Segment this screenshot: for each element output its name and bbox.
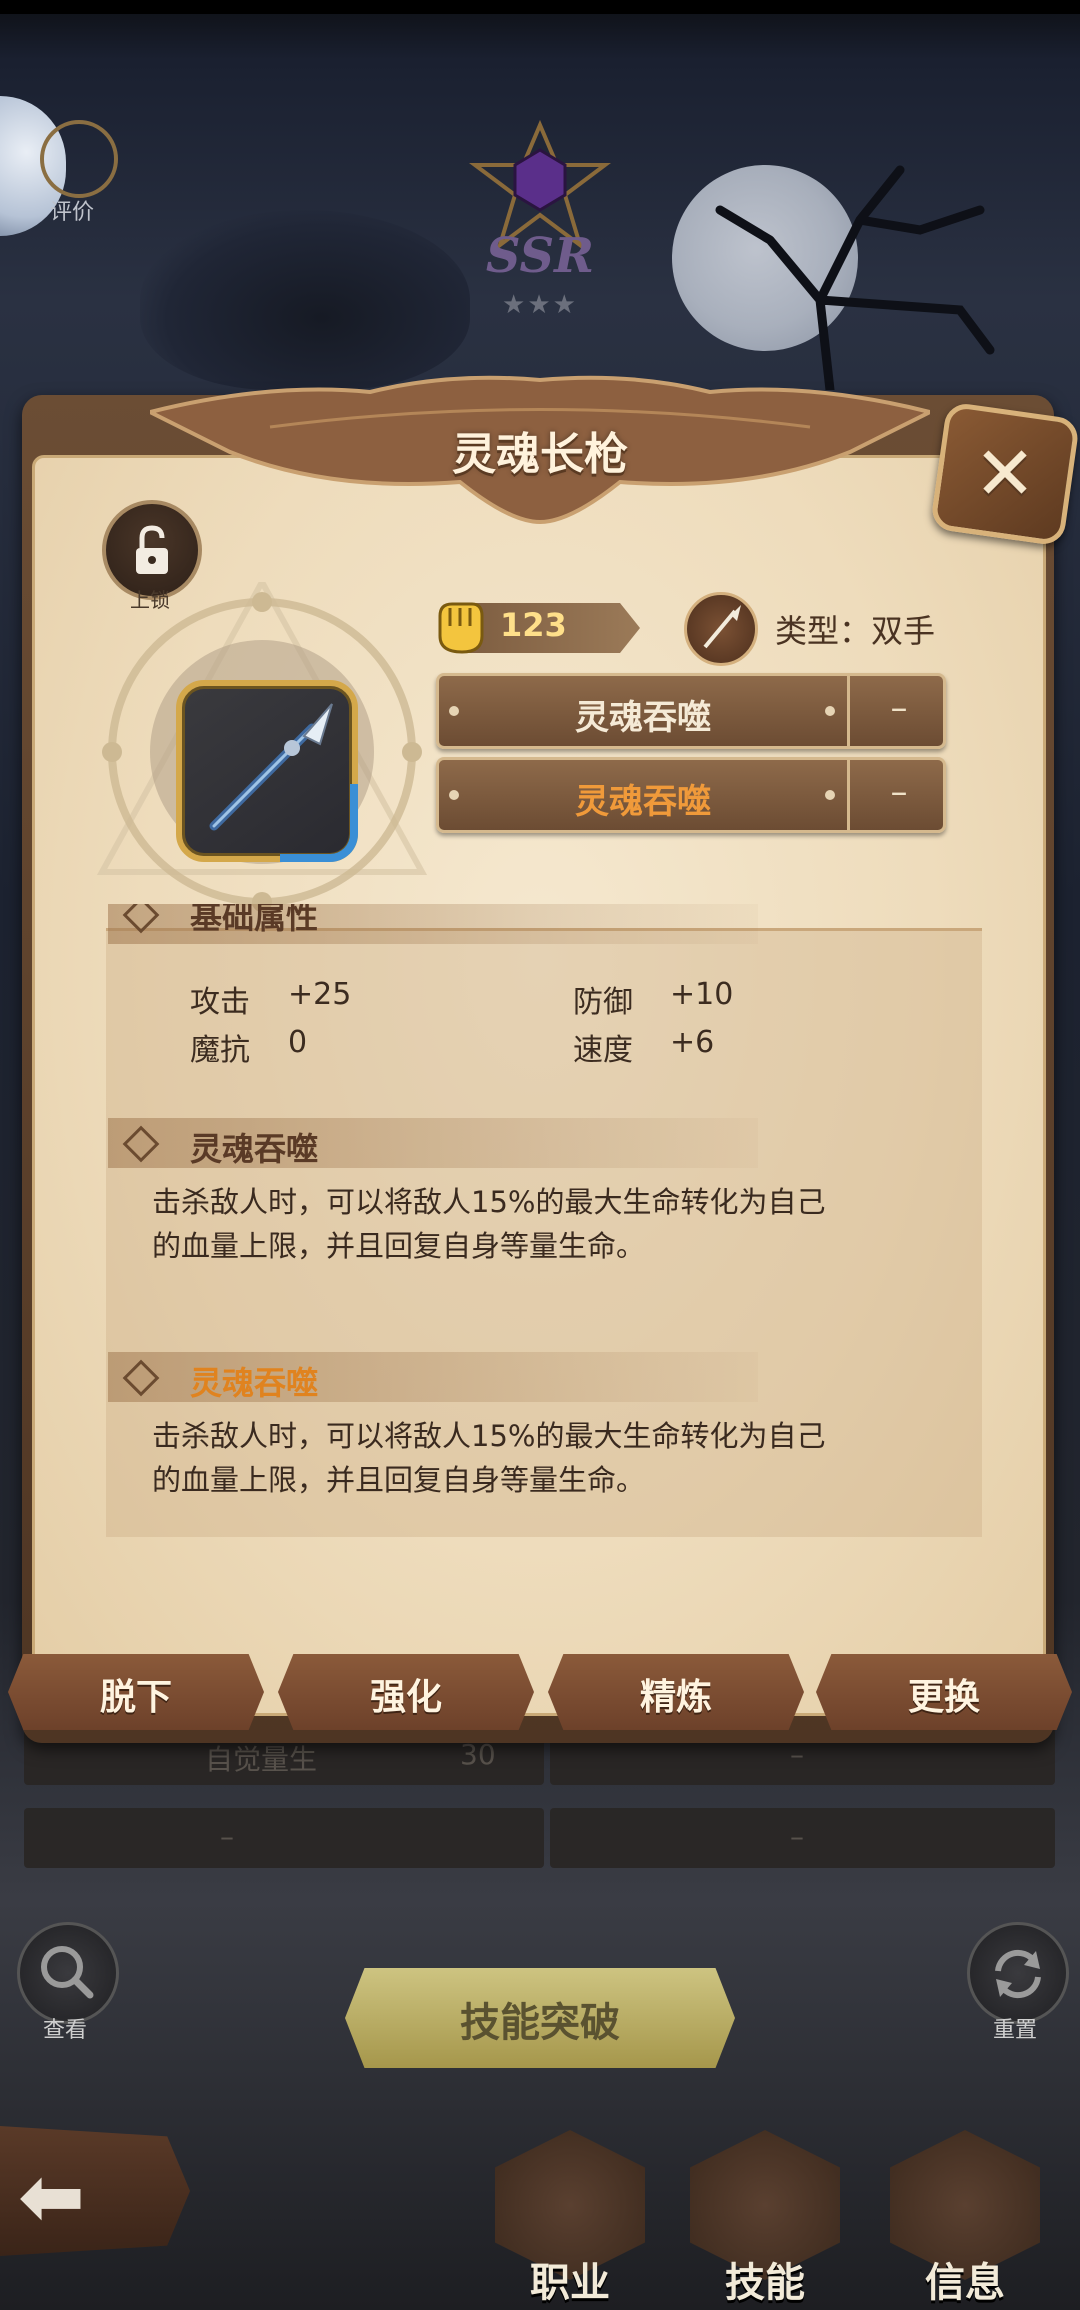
review-ring-icon <box>40 120 118 198</box>
replace-button[interactable]: 更换 <box>816 1654 1072 1730</box>
status-bar <box>0 0 1080 14</box>
weapon-type-icon <box>684 592 758 666</box>
attr-value: 0 <box>288 1025 308 1060</box>
diamond-icon <box>122 1125 160 1163</box>
weapon-item-slot[interactable] <box>176 680 358 862</box>
skill-description-line: 的血量上限，并且回复自身等量生命。 <box>152 1463 646 1497</box>
skill-description: 击杀敌人时，可以将敌人15%的最大生命转化为自己 的血量上限，并且回复自身等量生… <box>152 1414 932 1502</box>
attr-name: 魔抗 <box>190 1033 250 1068</box>
skill-title: 灵魂吞噬 <box>190 1130 319 1168</box>
weapon-quality-corner <box>280 784 358 862</box>
gem-slot-1[interactable]: 灵魂吞噬 – <box>436 673 946 749</box>
gem-slot-value: – <box>890 772 908 812</box>
fist-power-icon <box>438 602 484 654</box>
spear-type-icon <box>703 605 741 649</box>
gem-slot-value: – <box>890 688 908 728</box>
attr-name: 防御 <box>573 985 633 1020</box>
attr-name: 攻击 <box>190 985 250 1020</box>
skill-header-2: 灵魂吞噬 <box>108 1352 758 1402</box>
reset-label: 重置 <box>992 2018 1037 2043</box>
skill-breakthrough-label: 技能突破 <box>460 2000 620 2046</box>
skill-description-line: 的血量上限，并且回复自身等量生命。 <box>152 1229 646 1263</box>
refresh-icon <box>995 1949 1041 1999</box>
reset-button[interactable] <box>967 1922 1069 2024</box>
enhance-button[interactable]: 强化 <box>278 1654 534 1730</box>
tab-skills-label: 技能 <box>725 2260 805 2306</box>
button-label: 脱下 <box>99 1677 172 1718</box>
attr-value: +10 <box>670 977 734 1012</box>
back-arrow-icon: ⬅ <box>18 2150 86 2243</box>
table-cell: – <box>790 1820 804 1853</box>
table-cell: 自觉量生 <box>205 1743 318 1776</box>
tab-class-label: 职业 <box>530 2260 610 2306</box>
close-icon: ✕ <box>973 430 1037 517</box>
search-button[interactable] <box>17 1922 119 2024</box>
gem-slot-label: 灵魂吞噬 <box>575 782 711 822</box>
base-attrs-title: 基础属性 <box>190 904 319 936</box>
skill-header-1: 灵魂吞噬 <box>108 1118 758 1168</box>
review-label[interactable]: 评价 <box>50 194 94 226</box>
base-attrs-header: 基础属性 <box>108 904 758 944</box>
dead-tree-silhouette <box>715 165 995 390</box>
diamond-icon <box>122 1359 160 1397</box>
dialog-title: 灵魂长枪 <box>452 429 628 480</box>
skill-description-line: 击杀敌人时，可以将敌人15%的最大生命转化为自己 <box>152 1185 826 1219</box>
gem-slot-label: 灵魂吞噬 <box>575 698 711 738</box>
rarity-label: SSR <box>485 228 595 284</box>
attr-name: 速度 <box>573 1033 633 1068</box>
attr-value: +6 <box>670 1025 715 1060</box>
skill-title: 灵魂吞噬 <box>190 1364 319 1402</box>
dragon-silhouette <box>140 210 470 390</box>
diamond-icon <box>122 904 160 934</box>
rarity-stars: ★★★ <box>502 290 578 320</box>
button-label: 强化 <box>369 1677 442 1718</box>
refine-button[interactable]: 精炼 <box>548 1654 804 1730</box>
table-cell: – <box>220 1820 234 1853</box>
unequip-button[interactable]: 脱下 <box>8 1654 264 1730</box>
weapon-type-label: 类型：双手 <box>775 612 936 650</box>
power-value: 123 <box>500 606 567 644</box>
attr-value: +25 <box>288 977 352 1012</box>
button-label: 更换 <box>907 1677 980 1718</box>
button-label: 精炼 <box>639 1677 712 1718</box>
skill-description: 击杀敌人时，可以将敌人15%的最大生命转化为自己 的血量上限，并且回复自身等量生… <box>152 1180 932 1268</box>
skill-description-line: 击杀敌人时，可以将敌人15%的最大生命转化为自己 <box>152 1419 826 1453</box>
close-button[interactable]: ✕ <box>929 401 1080 547</box>
tab-info-label: 信息 <box>925 2260 1005 2306</box>
search-icon <box>41 1946 94 1999</box>
table-row <box>24 1808 544 1868</box>
gem-slot-2[interactable]: 灵魂吞噬 – <box>436 757 946 833</box>
search-label: 查看 <box>42 2018 87 2043</box>
